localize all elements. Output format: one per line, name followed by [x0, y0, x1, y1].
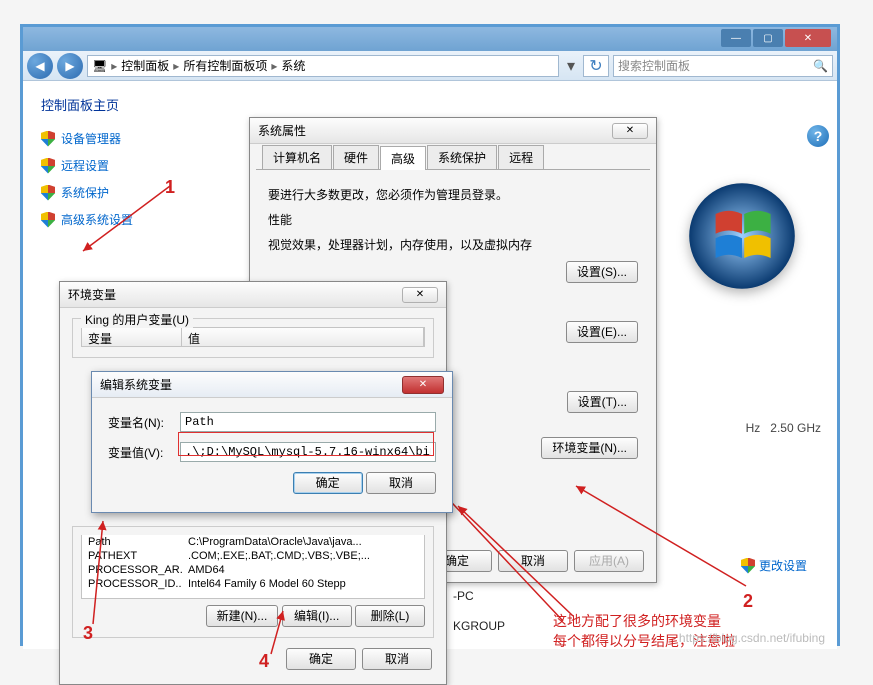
dialog-title-text: 系统属性	[258, 122, 306, 139]
sidebar-item-label: 高级系统设置	[61, 211, 133, 228]
system-variables-list[interactable]: PathC:\ProgramData\Oracle\Java\java... P…	[81, 535, 425, 599]
sidebar-item-system-protection[interactable]: 系统保护	[41, 184, 215, 201]
nav-forward-button[interactable]: ▶	[57, 53, 83, 79]
dialog-titlebar[interactable]: 环境变量 ✕	[60, 282, 446, 308]
variable-value-input[interactable]	[180, 442, 436, 462]
sidebar-title: 控制面板主页	[41, 95, 215, 114]
list-header: 变量 值	[81, 327, 425, 347]
admin-note: 要进行大多数更改，您必须作为管理员登录。	[268, 186, 638, 203]
shield-icon	[41, 158, 55, 174]
help-icon[interactable]: ?	[807, 125, 829, 147]
user-variables-legend: King 的用户变量(U)	[81, 311, 193, 328]
cancel-button[interactable]: 取消	[366, 472, 436, 494]
search-placeholder: 搜索控制面板	[618, 57, 690, 74]
tab-remote[interactable]: 远程	[498, 145, 544, 169]
table-row[interactable]: PROCESSOR_AR...AMD64	[82, 563, 424, 577]
close-icon[interactable]: ✕	[612, 123, 648, 139]
col-variable[interactable]: 变量	[82, 328, 182, 346]
dialog-titlebar[interactable]: 编辑系统变量 ✕	[92, 372, 452, 398]
close-button[interactable]: ✕	[785, 29, 831, 47]
edit-button[interactable]: 编辑(I)...	[282, 605, 352, 627]
shield-icon	[741, 558, 755, 574]
table-row[interactable]: PathC:\ProgramData\Oracle\Java\java...	[82, 535, 424, 549]
table-row[interactable]: PATHEXT.COM;.EXE;.BAT;.CMD;.VBS;.VBE;...	[82, 549, 424, 563]
watermark-text: https://blog.csdn.net/ifubing	[679, 631, 825, 645]
tab-hardware[interactable]: 硬件	[333, 145, 379, 169]
shield-icon	[41, 212, 55, 228]
sidebar-item-label: 系统保护	[61, 184, 109, 201]
breadcrumb-item[interactable]: 所有控制面板项	[183, 57, 267, 74]
close-icon[interactable]: ✕	[402, 376, 444, 394]
ok-button[interactable]: 确定	[286, 648, 356, 670]
cancel-button[interactable]: 取消	[498, 550, 568, 572]
cpu-speed-text: Hz 2.50 GHz	[746, 421, 821, 435]
ok-button[interactable]: 确定	[293, 472, 363, 494]
windows-logo-icon	[687, 181, 797, 291]
sidebar-item-label: 设备管理器	[61, 130, 121, 147]
sidebar-item-advanced-settings[interactable]: 高级系统设置	[41, 211, 215, 228]
dialog-title-text: 编辑系统变量	[100, 376, 172, 393]
sidebar-item-remote-settings[interactable]: 远程设置	[41, 157, 215, 174]
refresh-button[interactable]: ↻	[583, 55, 609, 77]
variable-name-label: 变量名(N):	[108, 414, 180, 431]
settings-s-button[interactable]: 设置(S)...	[566, 261, 638, 283]
search-input[interactable]: 搜索控制面板 🔍	[613, 55, 833, 77]
tab-computer-name[interactable]: 计算机名	[262, 145, 332, 169]
table-row[interactable]: PROCESSOR_ID...Intel64 Family 6 Model 60…	[82, 577, 424, 591]
new-button[interactable]: 新建(N)...	[206, 605, 279, 627]
cancel-button[interactable]: 取消	[362, 648, 432, 670]
breadcrumb-item[interactable]: 控制面板	[121, 57, 169, 74]
shield-icon	[41, 185, 55, 201]
delete-button[interactable]: 删除(L)	[355, 605, 425, 627]
tab-advanced[interactable]: 高级	[380, 146, 426, 170]
change-settings-link[interactable]: 更改设置	[741, 557, 807, 574]
chevron-right-icon: ▸	[271, 59, 277, 73]
settings-e-button[interactable]: 设置(E)...	[566, 321, 638, 343]
window-titlebar[interactable]: — ▢ ✕	[23, 27, 837, 51]
breadcrumb-dropdown[interactable]: ▾	[563, 56, 579, 76]
search-icon: 🔍	[813, 59, 828, 73]
dialog-titlebar[interactable]: 系统属性 ✕	[250, 118, 656, 144]
settings-t-button[interactable]: 设置(T)...	[567, 391, 638, 413]
tab-system-protection[interactable]: 系统保护	[427, 145, 497, 169]
apply-button[interactable]: 应用(A)	[574, 550, 644, 572]
dialog-title-text: 环境变量	[68, 286, 116, 303]
system-variables-group: PathC:\ProgramData\Oracle\Java\java... P…	[72, 526, 434, 638]
workspace: ? 控制面板主页 设备管理器 远程设置 系统保护 高级系统设置 Hz 2.50	[23, 81, 837, 649]
sidebar: 控制面板主页 设备管理器 远程设置 系统保护 高级系统设置	[23, 81, 233, 252]
variable-name-input[interactable]	[180, 412, 436, 432]
sidebar-item-label: 远程设置	[61, 157, 109, 174]
annotation-number-2: 2	[743, 591, 753, 612]
col-value[interactable]: 值	[182, 328, 424, 346]
nav-back-button[interactable]: ◀	[27, 53, 53, 79]
minimize-button[interactable]: —	[721, 29, 751, 47]
breadcrumb[interactable]: 🖥 ▸ 控制面板 ▸ 所有控制面板项 ▸ 系统	[87, 55, 559, 77]
maximize-button[interactable]: ▢	[753, 29, 783, 47]
performance-desc: 视觉效果，处理器计划，内存使用，以及虚拟内存	[268, 236, 638, 253]
user-variables-group: King 的用户变量(U) 变量 值	[72, 318, 434, 358]
performance-heading: 性能	[268, 211, 638, 228]
chevron-right-icon: ▸	[173, 59, 179, 73]
breadcrumb-icon: 🖥	[92, 59, 107, 73]
sidebar-item-device-manager[interactable]: 设备管理器	[41, 130, 215, 147]
variable-value-label: 变量值(V):	[108, 444, 180, 461]
tab-strip: 计算机名 硬件 高级 系统保护 远程	[256, 144, 650, 170]
env-variables-button[interactable]: 环境变量(N)...	[541, 437, 638, 459]
chevron-right-icon: ▸	[111, 59, 117, 73]
shield-icon	[41, 131, 55, 147]
close-icon[interactable]: ✕	[402, 287, 438, 303]
address-bar: ◀ ▶ 🖥 ▸ 控制面板 ▸ 所有控制面板项 ▸ 系统 ▾ ↻ 搜索控制面板 🔍	[23, 51, 837, 81]
explorer-window: — ▢ ✕ ◀ ▶ 🖥 ▸ 控制面板 ▸ 所有控制面板项 ▸ 系统 ▾ ↻ 搜索…	[20, 24, 840, 646]
edit-system-variable-dialog: 编辑系统变量 ✕ 变量名(N): 变量值(V): 确定 取消	[91, 371, 453, 513]
breadcrumb-item[interactable]: 系统	[281, 57, 305, 74]
